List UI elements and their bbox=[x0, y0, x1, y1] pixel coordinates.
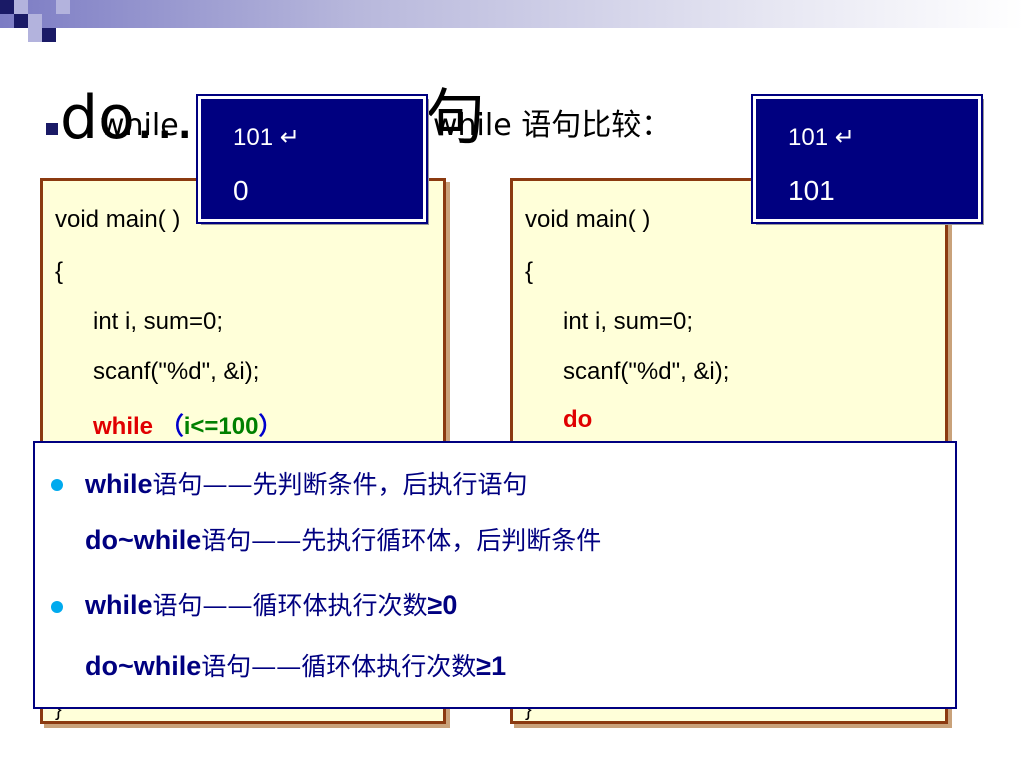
output-input-line: 101 ↵ bbox=[788, 124, 855, 151]
corner-square-7 bbox=[56, 0, 70, 14]
comparison-summary: while语句——先判断条件，后执行语句 do~while语句——先执行循环体，… bbox=[33, 441, 957, 709]
output-result-line: 0 bbox=[233, 175, 249, 206]
paren-close: ） bbox=[258, 413, 283, 440]
code-line: int i, sum=0; bbox=[563, 308, 694, 335]
title-bullet-icon bbox=[46, 123, 58, 135]
corner-square-2 bbox=[14, 0, 28, 14]
paren-open: （ bbox=[159, 413, 184, 440]
summary-row-4: do~while语句——循环体执行次数≥1 bbox=[85, 647, 506, 683]
output-input-line: 101 ↵ bbox=[233, 124, 300, 151]
summary-row-2: do~while语句——先执行循环体，后判断条件 bbox=[85, 521, 601, 557]
code-line: scanf("%d", &i); bbox=[563, 358, 730, 385]
summary-keyword: while bbox=[85, 469, 153, 499]
title-small-left: while bbox=[100, 108, 179, 143]
summary-value: ≥0 bbox=[427, 590, 458, 620]
code-line: { bbox=[55, 258, 64, 285]
corner-square-6 bbox=[28, 28, 42, 42]
summary-keyword: do~while bbox=[85, 525, 202, 555]
loop-condition: i<=100 bbox=[183, 413, 259, 440]
summary-text: 语句——循环体执行次数 bbox=[152, 591, 428, 620]
summary-row-1: while语句——先判断条件，后执行语句 bbox=[85, 465, 528, 501]
code-line: int i, sum=0; bbox=[93, 308, 224, 335]
corner-square-5 bbox=[42, 28, 56, 42]
summary-keyword: while bbox=[85, 590, 153, 620]
summary-keyword: do~while bbox=[85, 651, 202, 681]
keyword-do: do bbox=[563, 406, 593, 433]
code-line: void main( ) bbox=[55, 206, 181, 233]
code-line: scanf("%d", &i); bbox=[93, 358, 260, 385]
title-big-right: 句 bbox=[425, 83, 485, 153]
output-box-while: 101 ↵ 0 bbox=[196, 94, 428, 224]
corner-square-1 bbox=[0, 0, 14, 14]
header-gradient-bar bbox=[0, 0, 1024, 28]
output-box-do-while: 101 ↵ 101 bbox=[751, 94, 983, 224]
corner-square-3 bbox=[14, 14, 28, 28]
keyword-while: while bbox=[93, 413, 154, 440]
code-line-while: while （i<=100） bbox=[93, 406, 282, 441]
code-line: { bbox=[525, 258, 534, 285]
summary-text: 语句——循环体执行次数 bbox=[201, 652, 477, 681]
bullet-icon bbox=[51, 479, 63, 491]
bullet-icon bbox=[51, 601, 63, 613]
summary-text: 语句——先判断条件，后执行语句 bbox=[152, 470, 528, 499]
summary-text: 语句——先执行循环体，后判断条件 bbox=[201, 526, 602, 555]
corner-square-4 bbox=[28, 14, 42, 28]
code-line: void main( ) bbox=[525, 206, 651, 233]
summary-value: ≥1 bbox=[476, 651, 507, 681]
output-result-line: 101 bbox=[788, 175, 835, 206]
summary-row-3: while语句——循环体执行次数≥0 bbox=[85, 586, 457, 622]
